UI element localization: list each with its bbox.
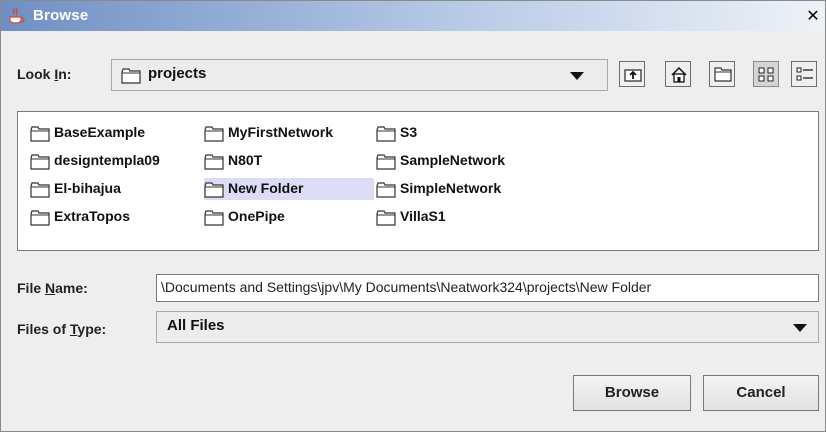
file-list-item[interactable]: designtempla09	[30, 150, 200, 172]
folder-icon	[121, 68, 141, 84]
file-list-item[interactable]: S3	[376, 122, 536, 144]
file-name-label: File Name:	[17, 280, 88, 296]
folder-icon	[204, 126, 224, 142]
folder-icon	[30, 182, 50, 198]
details-view-button[interactable]	[791, 61, 817, 87]
look-in-combo[interactable]: projects	[111, 59, 608, 91]
file-list-item[interactable]: ExtraTopos	[30, 206, 200, 228]
file-list-item[interactable]: VillaS1	[376, 206, 536, 228]
file-list-item[interactable]: MyFirstNetwork	[204, 122, 374, 144]
file-list-item-label: VillaS1	[400, 208, 446, 224]
window-title: Browse	[33, 7, 89, 24]
file-list-item[interactable]: OnePipe	[204, 206, 374, 228]
folder-icon	[204, 154, 224, 170]
home-icon	[671, 66, 687, 83]
folder-icon	[376, 154, 396, 170]
details-view-icon	[796, 67, 813, 81]
file-list-item-label: BaseExample	[54, 124, 146, 140]
browse-dialog: Browse ✕ Look In: projects BaseExample d…	[0, 0, 826, 432]
file-list-item-label: MyFirstNetwork	[228, 124, 334, 140]
file-list-item-label: SampleNetwork	[400, 152, 506, 168]
folder-icon	[204, 210, 224, 226]
file-list-item[interactable]: BaseExample	[30, 122, 200, 144]
file-list-item-label: ExtraTopos	[54, 208, 130, 224]
folder-icon	[204, 182, 224, 198]
file-list-item-label: N80T	[228, 152, 263, 168]
folder-icon	[30, 154, 50, 170]
new-folder-button[interactable]	[709, 61, 735, 87]
file-name-input[interactable]: \Documents and Settings\jpv\My Documents…	[156, 274, 819, 302]
title-bar[interactable]: Browse ✕	[1, 1, 825, 31]
files-of-type-label: Files of Type:	[17, 321, 107, 337]
file-list-item[interactable]: SampleNetwork	[376, 150, 536, 172]
new-folder-icon	[714, 67, 732, 82]
files-of-type-combo[interactable]: All Files	[156, 311, 819, 343]
file-name-value: \Documents and Settings\jpv\My Documents…	[161, 279, 652, 295]
browse-button[interactable]: Browse	[573, 375, 691, 411]
up-one-level-button[interactable]	[619, 61, 645, 87]
look-in-value: projects	[148, 65, 207, 82]
file-list-item-label: designtempla09	[54, 152, 160, 168]
folder-icon	[30, 210, 50, 226]
file-list-item[interactable]: SimpleNetwork	[376, 178, 536, 200]
java-app-icon	[9, 7, 25, 24]
file-list-item-label: SimpleNetwork	[400, 180, 502, 196]
cancel-button[interactable]: Cancel	[703, 375, 819, 411]
chevron-down-icon[interactable]	[793, 324, 807, 332]
file-list-item-label: New Folder	[228, 180, 304, 196]
folder-icon	[376, 126, 396, 142]
folder-icon	[30, 126, 50, 142]
file-list-item[interactable]: New Folder	[204, 178, 374, 200]
file-list-item[interactable]: N80T	[204, 150, 374, 172]
close-button[interactable]: ✕	[805, 8, 821, 24]
chevron-down-icon[interactable]	[570, 72, 584, 80]
file-list-item[interactable]: El-bihajua	[30, 178, 200, 200]
list-view-icon	[758, 67, 774, 82]
look-in-label: Look In:	[17, 66, 72, 82]
folder-icon	[376, 182, 396, 198]
file-list-item-label: OnePipe	[228, 208, 285, 224]
files-of-type-value: All Files	[167, 317, 225, 334]
file-list-item-label: S3	[400, 124, 418, 140]
file-list[interactable]: BaseExample designtempla09 El-bihajua Extra…	[17, 111, 819, 251]
home-button[interactable]	[665, 61, 691, 87]
list-view-button[interactable]	[753, 61, 779, 87]
file-list-item-label: El-bihajua	[54, 180, 121, 196]
folder-icon	[376, 210, 396, 226]
folder-up-icon	[624, 69, 642, 82]
